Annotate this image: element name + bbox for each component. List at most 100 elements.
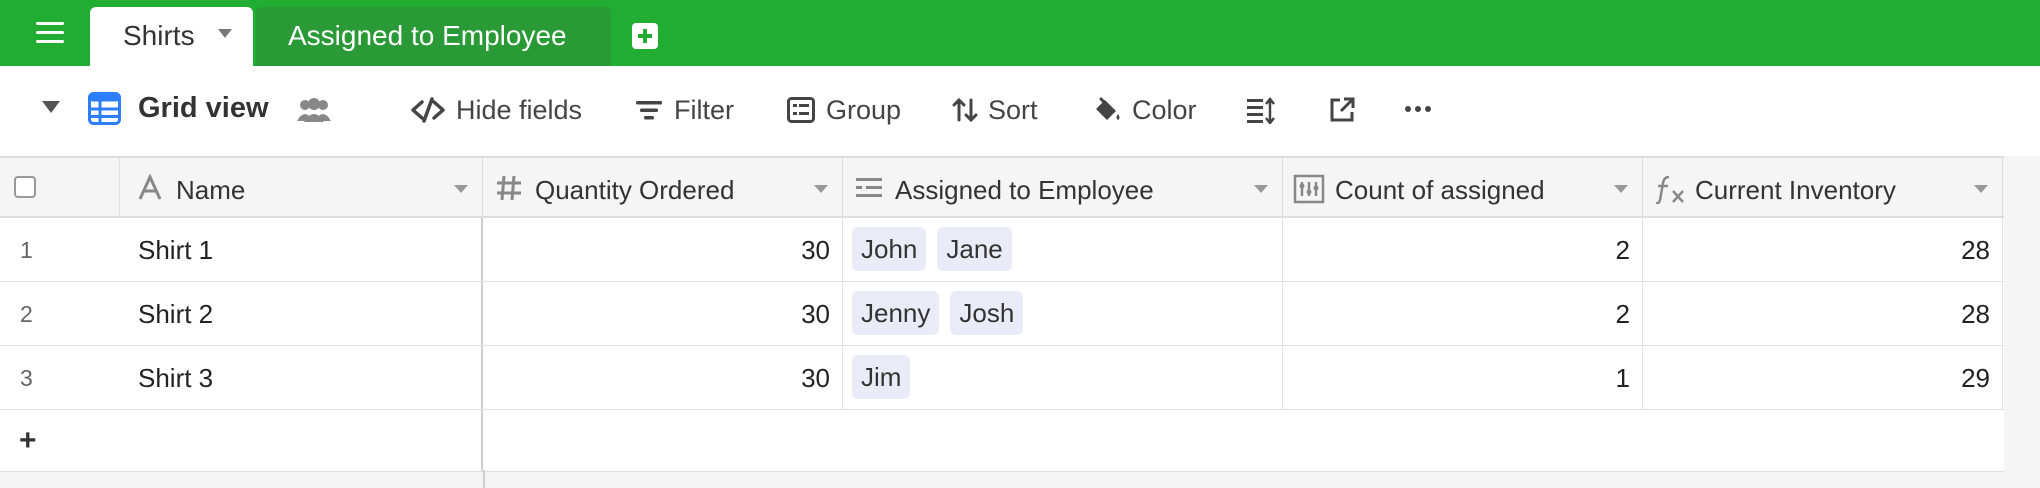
table-row[interactable]: 3 Shirt 3 30 Jim 1 29	[0, 346, 2004, 410]
sort-icon	[952, 97, 978, 123]
filter-label: Filter	[674, 94, 734, 125]
column-menu-caret-icon[interactable]	[1254, 185, 1268, 193]
name-value: Shirt 2	[138, 299, 214, 329]
quantity-cell[interactable]: 30	[483, 346, 843, 409]
select-all-checkbox[interactable]	[14, 176, 36, 198]
count-icon	[1293, 174, 1325, 204]
views-sidebar-toggle-icon[interactable]	[42, 101, 60, 113]
column-header-name[interactable]: Name	[120, 158, 483, 216]
quantity-value: 30	[801, 235, 830, 265]
inventory-value: 28	[1961, 235, 1990, 265]
filter-button[interactable]: Filter	[634, 92, 734, 128]
tab-label: Shirts	[123, 20, 195, 51]
share-view-icon[interactable]	[1328, 96, 1356, 124]
table-row[interactable]: 2 Shirt 2 30 Jenny Josh 2 28	[0, 282, 2004, 346]
column-menu-caret-icon[interactable]	[814, 185, 828, 193]
count-cell[interactable]: 2	[1283, 218, 1643, 281]
column-menu-caret-icon[interactable]	[1614, 185, 1628, 193]
count-value: 2	[1615, 299, 1630, 329]
collaborators-icon[interactable]	[296, 96, 332, 124]
number-hash-icon	[497, 175, 521, 201]
add-record-row[interactable]: +	[0, 410, 2004, 472]
link-list-icon	[856, 178, 882, 197]
employee-chip[interactable]: Jane	[937, 227, 1012, 271]
inventory-cell[interactable]: 29	[1643, 346, 2003, 409]
name-cell[interactable]: Shirt 2	[120, 282, 483, 345]
column-menu-caret-icon[interactable]	[1974, 185, 1988, 193]
name-value: Shirt 3	[138, 363, 214, 393]
view-toolbar: Grid view Hide fields Filter Group Sort …	[0, 66, 2040, 156]
inventory-value: 29	[1961, 363, 1990, 393]
count-cell[interactable]: 2	[1283, 282, 1643, 345]
row-number: 2	[20, 301, 33, 327]
tab-label: Assigned to Employee	[288, 20, 567, 51]
name-value: Shirt 1	[138, 235, 214, 265]
color-button[interactable]: Color	[1092, 92, 1197, 128]
inventory-cell[interactable]: 28	[1643, 218, 2003, 281]
group-label: Group	[826, 94, 902, 125]
text-a-icon	[138, 174, 162, 200]
tab-shirts[interactable]: Shirts	[90, 7, 253, 66]
add-record-cell[interactable]: +	[0, 410, 120, 471]
employee-chip[interactable]: John	[852, 227, 927, 271]
employee-cell[interactable]: Jenny Josh	[843, 282, 1283, 345]
filter-icon	[636, 101, 662, 120]
name-cell[interactable]: Shirt 1	[120, 218, 483, 281]
employee-chip[interactable]: Jenny	[852, 291, 940, 335]
employee-chip[interactable]: Josh	[950, 291, 1024, 335]
row-height-icon[interactable]	[1246, 96, 1276, 124]
column-header-quantity-ordered[interactable]: Quantity Ordered	[483, 158, 843, 216]
table-row[interactable]: 1 Shirt 1 30 John Jane 2 28	[0, 218, 2004, 282]
select-all-cell	[0, 158, 120, 216]
header-row: Name Quantity Ordered Assigned to Employ…	[0, 156, 2004, 218]
employee-chip[interactable]: Jim	[852, 355, 911, 399]
quantity-cell[interactable]: 30	[483, 282, 843, 345]
paint-bucket-icon	[1096, 97, 1120, 120]
column-header-label: Assigned to Employee	[895, 175, 1154, 205]
count-value: 1	[1615, 363, 1630, 393]
quantity-value: 30	[801, 363, 830, 393]
row-number: 3	[20, 365, 33, 391]
inventory-cell[interactable]: 28	[1643, 282, 2003, 345]
view-name[interactable]: Grid view	[138, 92, 269, 125]
add-table-icon[interactable]	[632, 23, 658, 49]
column-header-label: Quantity Ordered	[535, 175, 735, 205]
column-header-label: Name	[176, 175, 246, 205]
column-header-current-inventory[interactable]: Current Inventory	[1643, 158, 2003, 216]
hide-fields-label: Hide fields	[456, 94, 583, 125]
column-header-assigned-to-employee[interactable]: Assigned to Employee	[843, 158, 1283, 216]
inventory-value: 28	[1961, 299, 1990, 329]
row-number-cell: 2	[0, 282, 120, 345]
column-header-count-of-assigned[interactable]: Count of assigned	[1283, 158, 1643, 216]
employee-cell[interactable]: John Jane	[843, 218, 1283, 281]
count-value: 2	[1615, 235, 1630, 265]
base-tab-bar: Shirts Assigned to Employee	[0, 0, 2040, 66]
frozen-column-divider	[483, 470, 485, 488]
formula-fx-icon	[1655, 175, 1684, 204]
tab-assigned-to-employee[interactable]: Assigned to Employee	[256, 7, 611, 66]
column-menu-caret-icon[interactable]	[454, 185, 468, 193]
column-header-label: Count of assigned	[1335, 175, 1545, 205]
color-label: Color	[1132, 94, 1197, 125]
more-options-icon[interactable]	[1404, 104, 1432, 114]
hamburger-menu-icon[interactable]	[36, 22, 64, 46]
quantity-value: 30	[801, 299, 830, 329]
hide-fields-button[interactable]: Hide fields	[410, 92, 582, 128]
tab-dropdown-caret-icon[interactable]	[218, 29, 232, 38]
count-cell[interactable]: 1	[1283, 346, 1643, 409]
row-number: 1	[20, 237, 33, 263]
sort-label: Sort	[988, 94, 1038, 125]
add-record-plus-icon[interactable]: +	[19, 424, 37, 458]
quantity-cell[interactable]: 30	[483, 218, 843, 281]
grid-view-icon	[88, 92, 121, 125]
row-number-cell: 3	[0, 346, 120, 409]
row-number-cell: 1	[0, 218, 120, 281]
sort-button[interactable]: Sort	[952, 92, 1038, 128]
column-header-label: Current Inventory	[1695, 175, 1896, 205]
employee-cell[interactable]: Jim	[843, 346, 1283, 409]
group-button[interactable]: Group	[786, 92, 901, 128]
hide-fields-icon	[411, 97, 445, 123]
add-row-spacer	[120, 410, 483, 471]
name-cell[interactable]: Shirt 3	[120, 346, 483, 409]
group-icon	[787, 97, 815, 123]
